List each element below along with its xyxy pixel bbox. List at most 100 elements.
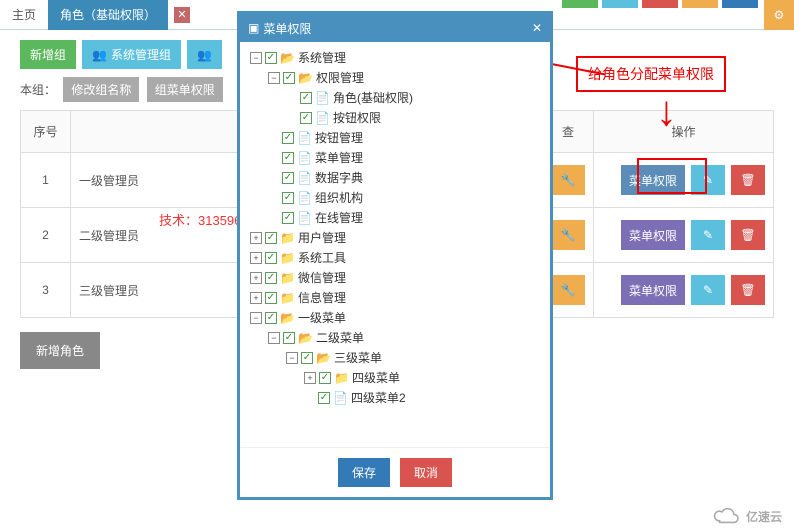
wrench-icon[interactable]: 🔧 <box>551 275 585 305</box>
trash-icon[interactable]: 🗑 <box>731 220 765 250</box>
checkbox[interactable]: ✓ <box>265 232 277 244</box>
window-icon: ▣ <box>248 21 259 35</box>
folder-icon: 📁 <box>334 368 349 388</box>
edit-icon[interactable]: ✎ <box>691 275 725 305</box>
tree-label[interactable]: 四级菜单2 <box>351 388 406 408</box>
save-button[interactable]: 保存 <box>338 458 390 487</box>
top-color-strip <box>560 0 760 10</box>
file-icon: 📄 <box>297 168 312 188</box>
checkbox[interactable]: ✓ <box>283 332 295 344</box>
tree-label[interactable]: 信息管理 <box>298 288 346 308</box>
tree-label[interactable]: 系统管理 <box>298 48 346 68</box>
brand-logo: 亿速云 <box>710 506 782 526</box>
tree-label[interactable]: 菜单管理 <box>315 148 363 168</box>
tree-label[interactable]: 微信管理 <box>298 268 346 288</box>
dialog-title: 菜单权限 <box>263 20 311 37</box>
gear-icon[interactable]: ⚙ <box>764 0 794 30</box>
close-icon[interactable]: ✕ <box>174 7 190 23</box>
edit-icon[interactable]: ✎ <box>691 220 725 250</box>
tree-label[interactable]: 一级菜单 <box>298 308 346 328</box>
new-role-button[interactable]: 新增角色 <box>20 332 100 369</box>
col-op: 操作 <box>594 111 774 153</box>
sysadmin-group-button[interactable]: 👥系统管理组 <box>82 40 181 69</box>
tree-label[interactable]: 角色(基础权限) <box>333 88 413 108</box>
checkbox[interactable]: ✓ <box>265 312 277 324</box>
perm-tree: −✓📂系统管理 −✓📂权限管理 ✓📄角色(基础权限) ✓📄按钮权限 ✓📄按钮管理… <box>240 42 550 447</box>
file-icon: 📄 <box>333 388 348 408</box>
group-prefix: 本组： <box>20 83 56 97</box>
collapse-icon[interactable]: − <box>250 52 262 64</box>
checkbox[interactable]: ✓ <box>282 152 294 164</box>
checkbox[interactable]: ✓ <box>319 372 331 384</box>
cell-no: 2 <box>21 208 71 263</box>
cloud-icon <box>710 506 742 526</box>
checkbox[interactable]: ✓ <box>300 92 312 104</box>
trash-icon[interactable]: 🗑 <box>731 165 765 195</box>
collapse-icon[interactable]: − <box>268 72 280 84</box>
checkbox[interactable]: ✓ <box>282 172 294 184</box>
checkbox[interactable]: ✓ <box>283 72 295 84</box>
menu-perm-button[interactable]: 菜单权限 <box>621 275 685 305</box>
tab-role[interactable]: 角色（基础权限） <box>48 0 168 30</box>
checkbox[interactable]: ✓ <box>265 292 277 304</box>
close-icon[interactable]: ✕ <box>532 21 542 35</box>
checkbox[interactable]: ✓ <box>282 212 294 224</box>
folder-open-icon: 📂 <box>298 68 313 88</box>
file-icon: 📄 <box>297 128 312 148</box>
folder-icon: 📁 <box>280 268 295 288</box>
trash-icon[interactable]: 🗑 <box>731 275 765 305</box>
checkbox[interactable]: ✓ <box>282 192 294 204</box>
collapse-icon[interactable]: − <box>268 332 280 344</box>
file-icon: 📄 <box>297 188 312 208</box>
rename-group-tag[interactable]: 修改组名称 <box>63 77 139 102</box>
tree-label[interactable]: 权限管理 <box>316 68 364 88</box>
checkbox[interactable]: ✓ <box>265 252 277 264</box>
users-icon: 👥 <box>197 48 212 62</box>
wrench-icon[interactable]: 🔧 <box>551 220 585 250</box>
file-icon: 📄 <box>297 208 312 228</box>
folder-open-icon: 📂 <box>316 348 331 368</box>
tree-label[interactable]: 数据字典 <box>315 168 363 188</box>
tree-label[interactable]: 按钮管理 <box>315 128 363 148</box>
group-button-extra[interactable]: 👥 <box>187 40 222 69</box>
expand-icon[interactable]: + <box>250 272 262 284</box>
group-menu-perm-tag[interactable]: 组菜单权限 <box>147 77 223 102</box>
tree-label[interactable]: 二级菜单 <box>316 328 364 348</box>
folder-open-icon: 📂 <box>298 328 313 348</box>
expand-icon[interactable]: + <box>304 372 316 384</box>
tree-label[interactable]: 在线管理 <box>315 208 363 228</box>
dialog-header[interactable]: ▣ 菜单权限 ✕ <box>240 14 550 42</box>
menu-perm-dialog: ▣菜单权限 ✕ −✓📂系统管理 −✓📂权限管理 ✓📄角色(基础权限) ✓📄按钮权… <box>237 11 553 500</box>
tree-label[interactable]: 组织机构 <box>315 188 363 208</box>
folder-icon: 📁 <box>280 288 295 308</box>
folder-open-icon: 📂 <box>280 48 295 68</box>
tree-label[interactable]: 用户管理 <box>298 228 346 248</box>
checkbox[interactable]: ✓ <box>265 52 277 64</box>
collapse-icon[interactable]: − <box>286 352 298 364</box>
tree-label[interactable]: 按钮权限 <box>333 108 381 128</box>
tree-label[interactable]: 四级菜单 <box>352 368 400 388</box>
tree-label[interactable]: 三级菜单 <box>334 348 382 368</box>
highlight-rect <box>637 158 707 194</box>
expand-icon[interactable]: + <box>250 232 262 244</box>
cell-no: 1 <box>21 153 71 208</box>
checkbox[interactable]: ✓ <box>282 132 294 144</box>
expand-icon[interactable]: + <box>250 292 262 304</box>
file-icon: 📄 <box>315 108 330 128</box>
file-icon: 📄 <box>297 148 312 168</box>
tree-label[interactable]: 系统工具 <box>298 248 346 268</box>
collapse-icon[interactable]: − <box>250 312 262 324</box>
checkbox[interactable]: ✓ <box>265 272 277 284</box>
menu-perm-button[interactable]: 菜单权限 <box>621 220 685 250</box>
checkbox[interactable]: ✓ <box>300 112 312 124</box>
checkbox[interactable]: ✓ <box>301 352 313 364</box>
wrench-icon[interactable]: 🔧 <box>551 165 585 195</box>
cancel-button[interactable]: 取消 <box>400 458 452 487</box>
folder-open-icon: 📂 <box>280 308 295 328</box>
folder-icon: 📁 <box>280 228 295 248</box>
tab-home[interactable]: 主页 <box>0 0 48 30</box>
users-icon: 👥 <box>92 48 107 62</box>
expand-icon[interactable]: + <box>250 252 262 264</box>
new-group-button[interactable]: 新增组 <box>20 40 76 69</box>
checkbox[interactable]: ✓ <box>318 392 330 404</box>
